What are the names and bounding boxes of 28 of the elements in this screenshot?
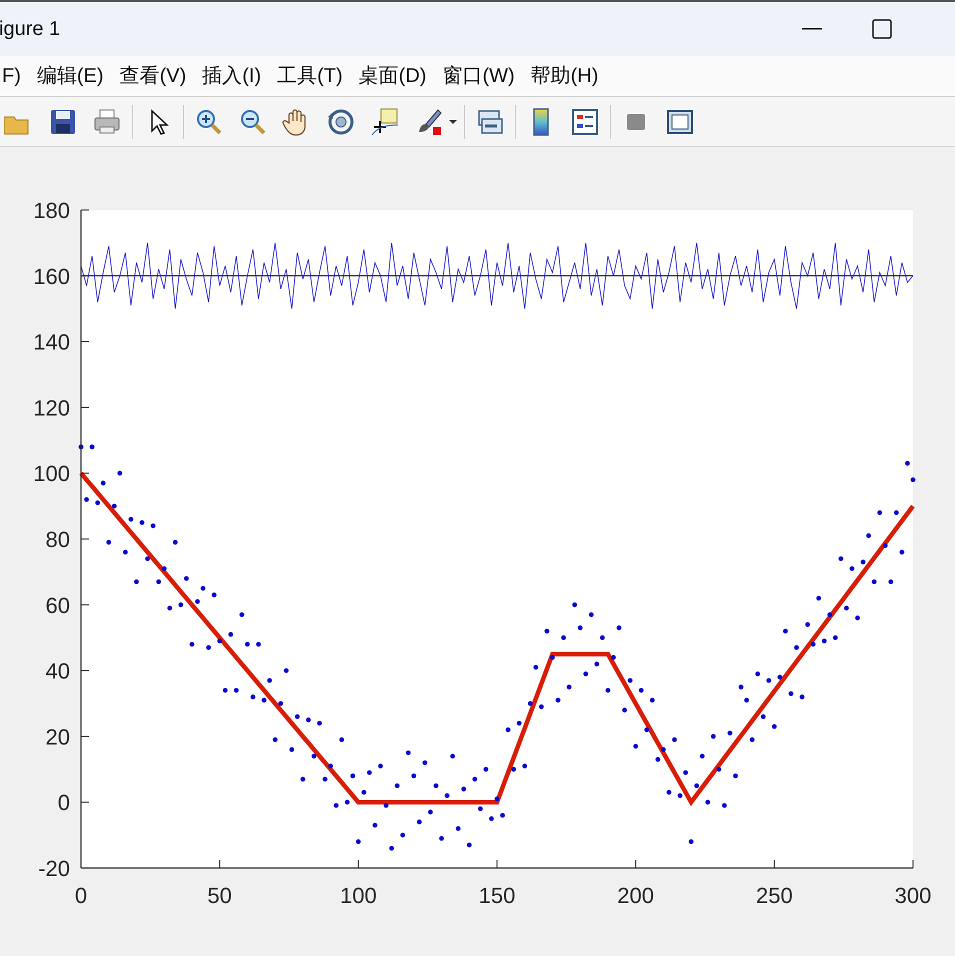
tick-label: 250 — [756, 883, 793, 908]
caret-icon[interactable] — [448, 118, 458, 125]
tick-label: 100 — [33, 461, 70, 486]
tick-label: 60 — [46, 592, 70, 618]
tick-label: 200 — [617, 883, 654, 908]
menu-item[interactable]: 查看(V) — [114, 60, 192, 91]
tick-label: 80 — [46, 527, 70, 552]
menu-item[interactable]: 编辑(E) — [32, 60, 109, 91]
tick-label: 180 — [33, 198, 70, 223]
menu-item[interactable]: 插入(I) — [197, 60, 266, 91]
tick-label: 50 — [207, 883, 232, 908]
menu-item[interactable]: 帮助(H) — [526, 60, 604, 91]
tick-label: 160 — [33, 264, 70, 289]
tick-label: 20 — [46, 724, 70, 750]
menu-item[interactable]: F) — [0, 60, 26, 91]
tick-label: 300 — [894, 883, 932, 908]
menu-item[interactable]: 窗口(W) — [437, 60, 520, 91]
tick-label: 0 — [58, 790, 70, 816]
tick-label: 0 — [74, 883, 88, 908]
tick-label: 120 — [33, 395, 70, 420]
tick-label: 140 — [33, 330, 70, 355]
tick-label: 150 — [478, 883, 516, 908]
tick-label: 40 — [46, 658, 70, 684]
tick-label: 100 — [340, 883, 377, 908]
tick-label: -20 — [38, 856, 70, 881]
menu-item[interactable]: 桌面(D) — [354, 60, 432, 91]
window-title: igure 1 — [0, 16, 60, 42]
menu-item[interactable]: 工具(T) — [272, 60, 348, 91]
